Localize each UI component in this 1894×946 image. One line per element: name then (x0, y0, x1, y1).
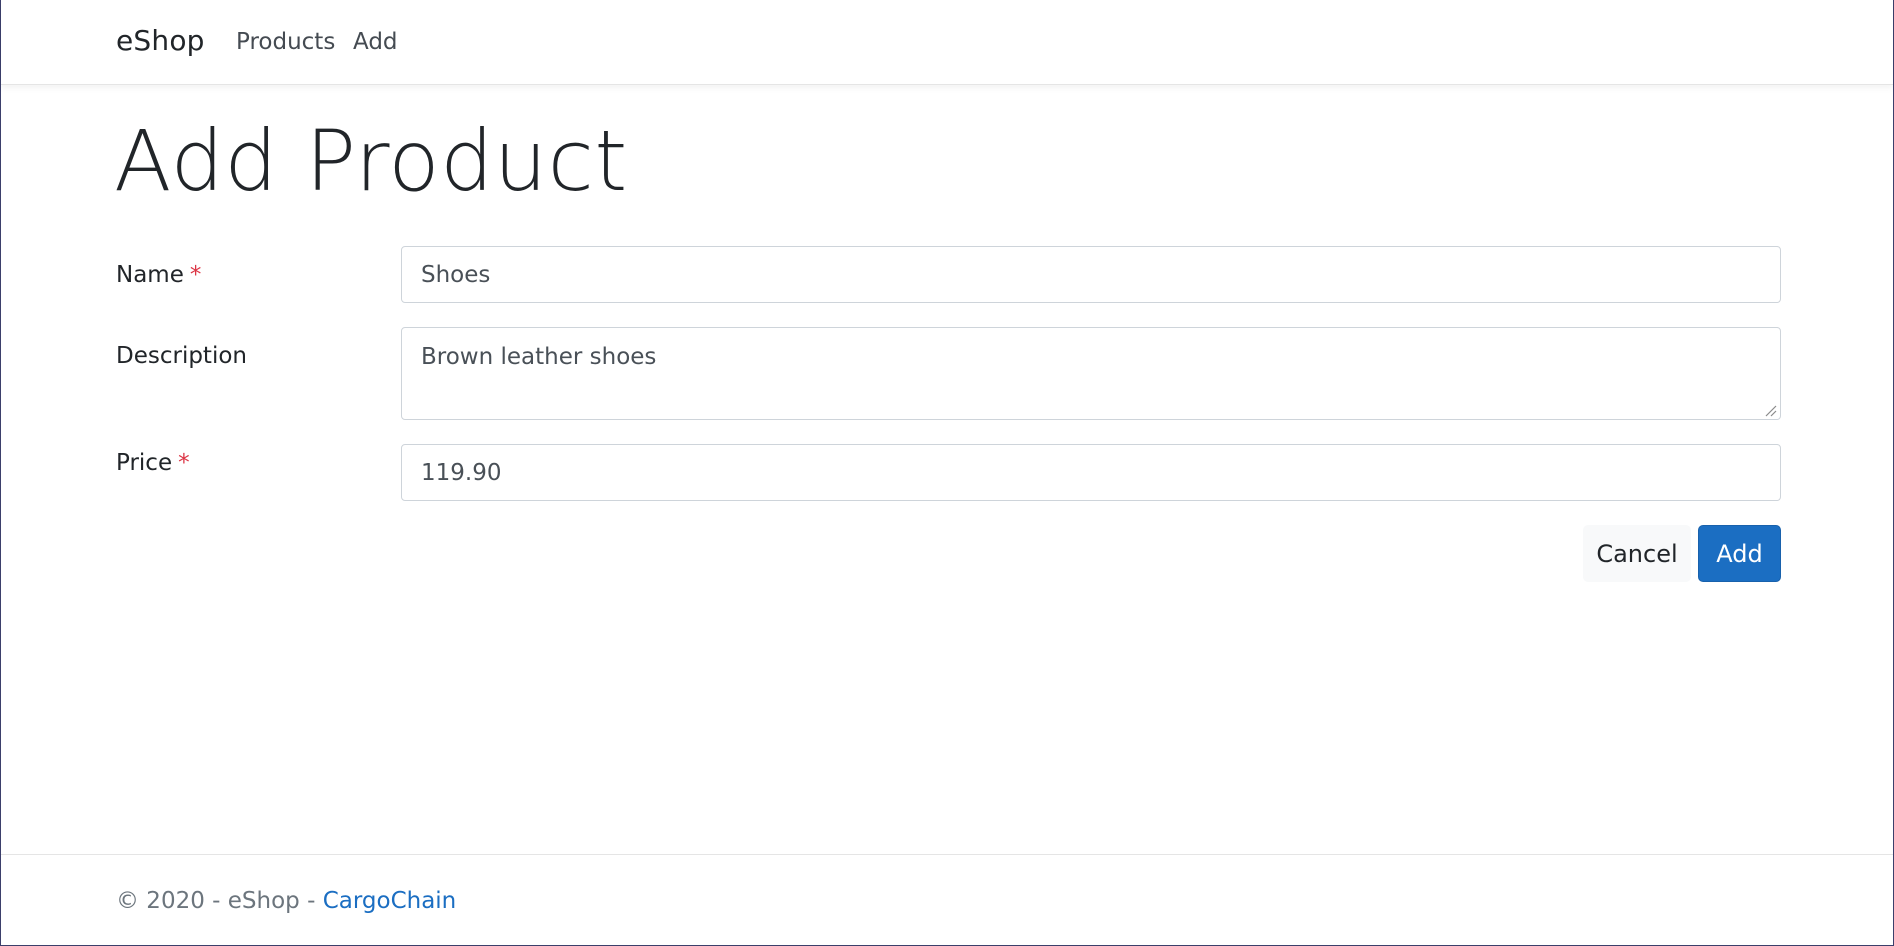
price-input[interactable] (401, 444, 1781, 501)
brand-link[interactable]: eShop (116, 24, 205, 57)
name-required-marker: * (189, 262, 202, 288)
price-label-text: Price (116, 450, 173, 476)
name-label: Name * (116, 262, 201, 288)
cancel-button[interactable]: Cancel (1583, 525, 1691, 582)
footer: © 2020 - eShop - CargoChain (1, 854, 1893, 946)
cargochain-link[interactable]: CargoChain (323, 888, 457, 914)
name-label-text: Name (116, 262, 184, 288)
price-label: Price * (116, 450, 190, 476)
nav-link-products[interactable]: Products (236, 29, 335, 55)
add-button[interactable]: Add (1698, 525, 1781, 582)
resize-grip-icon[interactable] (1763, 403, 1777, 417)
navbar: eShop Products Add (1, 0, 1893, 85)
copyright-text: © 2020 - eShop - (116, 888, 323, 914)
footer-text: © 2020 - eShop - CargoChain (116, 888, 456, 914)
page-title: Add Product (114, 112, 628, 210)
description-textarea[interactable]: Brown leather shoes (401, 327, 1781, 420)
description-label: Description (116, 343, 247, 369)
nav-link-add[interactable]: Add (353, 29, 398, 55)
price-required-marker: * (178, 450, 190, 476)
name-input[interactable] (401, 246, 1781, 303)
